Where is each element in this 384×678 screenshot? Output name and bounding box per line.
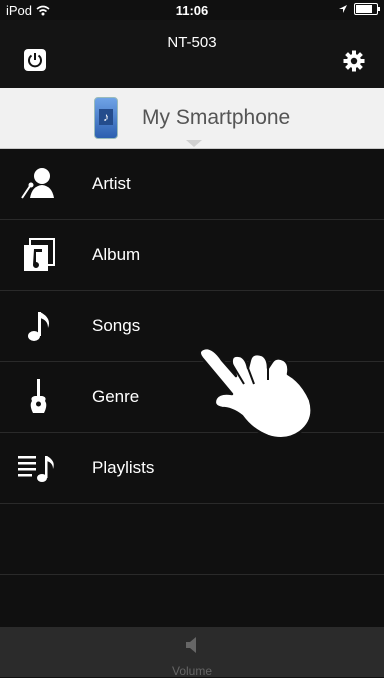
music-note-icon xyxy=(28,312,49,341)
menu-item-album[interactable]: Album xyxy=(0,220,384,291)
caret-down-icon xyxy=(186,140,202,147)
power-button[interactable] xyxy=(24,49,46,71)
battery-icon xyxy=(354,3,380,15)
menu-label-songs: Songs xyxy=(92,316,141,335)
empty-row xyxy=(0,504,384,575)
status-bar: iPod 11:06 xyxy=(0,0,384,20)
source-label: My Smartphone xyxy=(142,106,291,129)
location-icon xyxy=(339,5,347,13)
source-selector[interactable]: ♪ My Smartphone xyxy=(0,88,384,149)
album-icon xyxy=(24,238,55,271)
smartphone-music-icon: ♪ xyxy=(94,97,118,139)
device-title: NT-503 xyxy=(167,34,217,51)
power-icon xyxy=(28,53,42,68)
volume-label: Volume xyxy=(171,664,213,678)
gear-icon xyxy=(343,50,365,72)
status-time: 11:06 xyxy=(175,3,209,18)
menu-label-album: Album xyxy=(92,245,141,264)
menu-item-artist[interactable]: Artist xyxy=(0,149,384,220)
settings-button[interactable] xyxy=(342,49,366,73)
menu-label-artist: Artist xyxy=(92,174,131,193)
menu-label-genre: Genre xyxy=(92,387,140,406)
tap-hand-icon xyxy=(198,346,313,440)
guitar-icon xyxy=(30,379,47,413)
status-right xyxy=(338,3,380,15)
artist-icon xyxy=(21,168,54,199)
speaker-icon xyxy=(186,637,196,653)
playlist-icon xyxy=(18,456,54,482)
header-bar: NT-503 xyxy=(0,20,384,88)
tab-bar: Volume xyxy=(0,627,384,678)
menu-label-playlists: Playlists xyxy=(92,458,155,477)
